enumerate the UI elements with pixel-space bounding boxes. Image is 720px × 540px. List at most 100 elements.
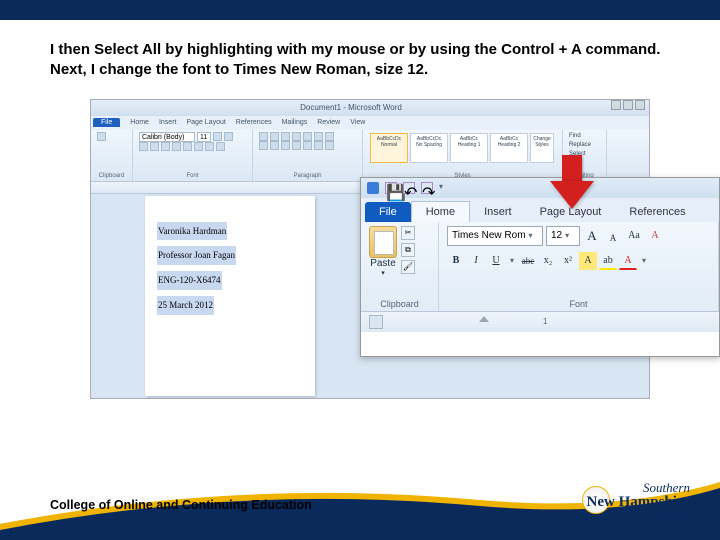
ov-tab-file[interactable]: File xyxy=(365,202,411,222)
fontcolor-dropdown-icon[interactable]: ▾ xyxy=(639,256,649,265)
format-painter-icon[interactable]: 🖌 xyxy=(401,260,415,274)
tab-home[interactable]: Home xyxy=(130,119,149,126)
tab-selector-icon[interactable] xyxy=(369,315,383,329)
screenshot-composite: Document1 - Microsoft Word File Home Ins… xyxy=(90,99,650,399)
font-name-select-bg[interactable]: Calibri (Body) xyxy=(139,132,195,142)
align-center-icon[interactable] xyxy=(270,141,279,150)
font-color-button[interactable]: A xyxy=(619,252,637,270)
underline-icon[interactable] xyxy=(161,142,170,151)
ov-tab-home[interactable]: Home xyxy=(411,201,470,222)
style-heading2[interactable]: AaBbCcHeading 2 xyxy=(490,133,528,163)
superscript-button[interactable]: x² xyxy=(559,252,577,270)
text-effects-button[interactable]: A xyxy=(579,252,597,270)
linespacing-icon[interactable] xyxy=(303,141,312,150)
shrink-font-icon[interactable] xyxy=(224,132,233,141)
fontcolor-icon[interactable] xyxy=(216,142,225,151)
bold-button[interactable]: B xyxy=(447,252,465,270)
strike-icon[interactable] xyxy=(172,142,181,151)
italic-button[interactable]: I xyxy=(467,252,485,270)
bold-icon[interactable] xyxy=(139,142,148,151)
sub-icon[interactable] xyxy=(183,142,192,151)
font-size-select-bg[interactable]: 11 xyxy=(197,132,211,142)
save-icon[interactable]: 💾 xyxy=(385,182,397,194)
style-normal[interactable]: AaBbCcDcNormal xyxy=(370,133,408,163)
showmarks-icon[interactable] xyxy=(325,132,334,141)
font-size-select[interactable]: 12 ▾ xyxy=(546,226,580,246)
grow-font-button[interactable]: A xyxy=(583,227,601,245)
ov-tab-insert[interactable]: Insert xyxy=(470,202,526,222)
tab-insert[interactable]: Insert xyxy=(159,119,177,126)
group-clipboard-bg: Clipboard xyxy=(91,130,133,181)
paste-button[interactable]: Paste ▾ xyxy=(369,226,397,297)
bullets-icon[interactable] xyxy=(259,132,268,141)
underline-button[interactable]: U xyxy=(487,252,505,270)
dedent-icon[interactable] xyxy=(292,132,301,141)
grow-font-icon[interactable] xyxy=(213,132,222,141)
copy-icon[interactable]: ⧉ xyxy=(401,243,415,257)
red-arrow-annotation xyxy=(550,155,594,213)
ov-group-font: Times New Rom ▾ 12 ▾ A A Aa A xyxy=(439,222,719,311)
undo-icon[interactable]: ↶ xyxy=(403,182,415,194)
shrink-font-button[interactable]: A xyxy=(604,229,622,247)
doc-line-2: Professor Joan Fagan xyxy=(157,246,236,265)
indent-marker-icon[interactable] xyxy=(479,316,489,322)
maximize-button[interactable] xyxy=(623,100,633,110)
footer-caption: College of Online and Continuing Educati… xyxy=(50,498,312,512)
style-nospacing[interactable]: AaBbCcDcNo Spacing xyxy=(410,133,448,163)
replace-button[interactable]: Replace xyxy=(569,141,600,150)
paste-icon[interactable] xyxy=(97,132,106,141)
paste-dropdown-icon[interactable]: ▾ xyxy=(381,269,385,277)
minimize-button[interactable] xyxy=(611,100,621,110)
highlight-icon[interactable] xyxy=(205,142,214,151)
numbering-icon[interactable] xyxy=(270,132,279,141)
ov-group-label-clipboard: Clipboard xyxy=(369,297,430,309)
tab-view[interactable]: View xyxy=(350,119,365,126)
chevron-down-icon: ▾ xyxy=(526,231,536,240)
quick-access-toolbar: 💾 ↶ ↷ ▾ xyxy=(361,178,719,198)
strikethrough-button[interactable]: abc xyxy=(519,252,537,270)
borders-icon[interactable] xyxy=(325,141,334,150)
doc-line-4: 25 March 2012 xyxy=(157,296,214,315)
group-label-clipboard: Clipboard xyxy=(97,173,126,179)
tab-review[interactable]: Review xyxy=(317,119,340,126)
shading-icon[interactable] xyxy=(314,141,323,150)
close-button[interactable] xyxy=(635,100,645,110)
titlebar: Document1 - Microsoft Word xyxy=(91,100,649,116)
ribbon-tabs-bg: File Home Insert Page Layout References … xyxy=(91,116,649,130)
ruler-mark-1: 1 xyxy=(543,317,547,326)
paste-icon xyxy=(369,226,397,258)
doc-line-1: Varonika Hardman xyxy=(157,222,227,241)
clear-formatting-button[interactable]: A xyxy=(646,227,664,245)
underline-dropdown-icon[interactable]: ▾ xyxy=(507,256,517,265)
change-case-button[interactable]: Aa xyxy=(625,227,643,245)
redo-icon[interactable]: ↷ xyxy=(421,182,433,194)
tab-file[interactable]: File xyxy=(93,118,120,127)
tab-mailings[interactable]: Mailings xyxy=(282,119,308,126)
justify-icon[interactable] xyxy=(292,141,301,150)
subscript-button[interactable]: x₂ xyxy=(539,252,557,270)
tab-references[interactable]: References xyxy=(236,119,272,126)
ribbon-tabs-overlay: File Home Insert Page Layout References xyxy=(361,198,719,222)
highlight-button[interactable]: ab xyxy=(599,252,617,270)
chevron-down-icon: ▾ xyxy=(562,231,572,240)
cut-icon[interactable]: ✂ xyxy=(401,226,415,240)
logo-line2: New Hampshire xyxy=(587,495,690,511)
qat-dropdown-icon[interactable]: ▾ xyxy=(439,182,451,194)
italic-icon[interactable] xyxy=(150,142,159,151)
logo-line3: University xyxy=(587,510,690,522)
sup-icon[interactable] xyxy=(194,142,203,151)
find-button[interactable]: Find xyxy=(569,132,600,141)
window-title: Document1 - Microsoft Word xyxy=(300,103,402,112)
multilevel-icon[interactable] xyxy=(281,132,290,141)
group-label-font: Font xyxy=(139,173,246,179)
style-heading1[interactable]: AaBbCcHeading 1 xyxy=(450,133,488,163)
tab-pagelayout[interactable]: Page Layout xyxy=(186,119,225,126)
sort-icon[interactable] xyxy=(314,132,323,141)
align-left-icon[interactable] xyxy=(259,141,268,150)
ov-tab-references[interactable]: References xyxy=(615,202,699,222)
university-logo: Southern New Hampshire University xyxy=(587,481,690,522)
indent-icon[interactable] xyxy=(303,132,312,141)
group-font-bg: Calibri (Body) 11 xyxy=(133,130,253,181)
align-right-icon[interactable] xyxy=(281,141,290,150)
font-name-select[interactable]: Times New Rom ▾ xyxy=(447,226,543,246)
